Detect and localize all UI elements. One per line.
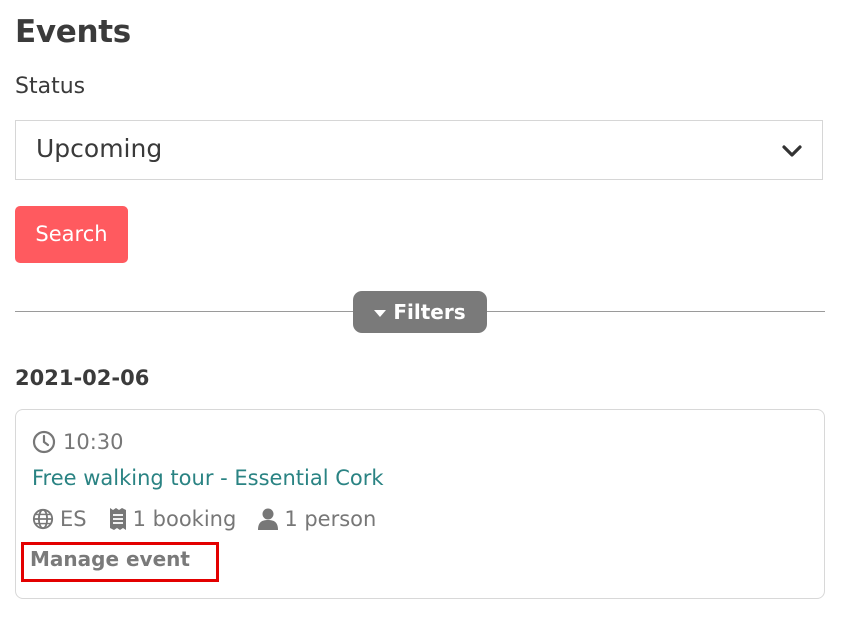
receipt-icon — [109, 508, 126, 530]
page-title: Events — [15, 14, 131, 50]
status-select-value: Upcoming — [36, 134, 163, 163]
status-select[interactable]: Upcoming — [15, 120, 823, 180]
search-button[interactable]: Search — [15, 206, 128, 263]
event-bookings-text: 1 booking — [132, 507, 237, 531]
event-people: 1 person — [258, 507, 376, 531]
status-label: Status — [15, 74, 86, 99]
manage-event-link[interactable]: Manage event — [30, 547, 190, 571]
event-time: 10:30 — [63, 430, 124, 454]
filters-label: Filters — [393, 300, 466, 324]
event-time-row: 10:30 — [32, 430, 124, 454]
date-heading: 2021-02-06 — [15, 366, 150, 390]
globe-icon — [32, 508, 54, 530]
event-language-text: ES — [60, 507, 87, 531]
event-title-link[interactable]: Free walking tour - Essential Cork — [32, 466, 384, 490]
event-people-text: 1 person — [284, 507, 377, 531]
event-language: ES — [32, 507, 87, 531]
caret-down-icon — [374, 309, 387, 317]
event-bookings: 1 booking — [109, 507, 237, 531]
event-meta-row: ES 1 booking 1 person — [32, 507, 398, 531]
filters-toggle-button[interactable]: Filters — [353, 291, 487, 333]
events-page: Events Status Upcoming Search Filters 20… — [0, 0, 841, 624]
event-card: 10:30 Free walking tour - Essential Cork… — [15, 409, 825, 599]
chevron-down-icon — [782, 145, 802, 157]
clock-icon — [32, 430, 56, 454]
user-icon — [258, 508, 279, 530]
